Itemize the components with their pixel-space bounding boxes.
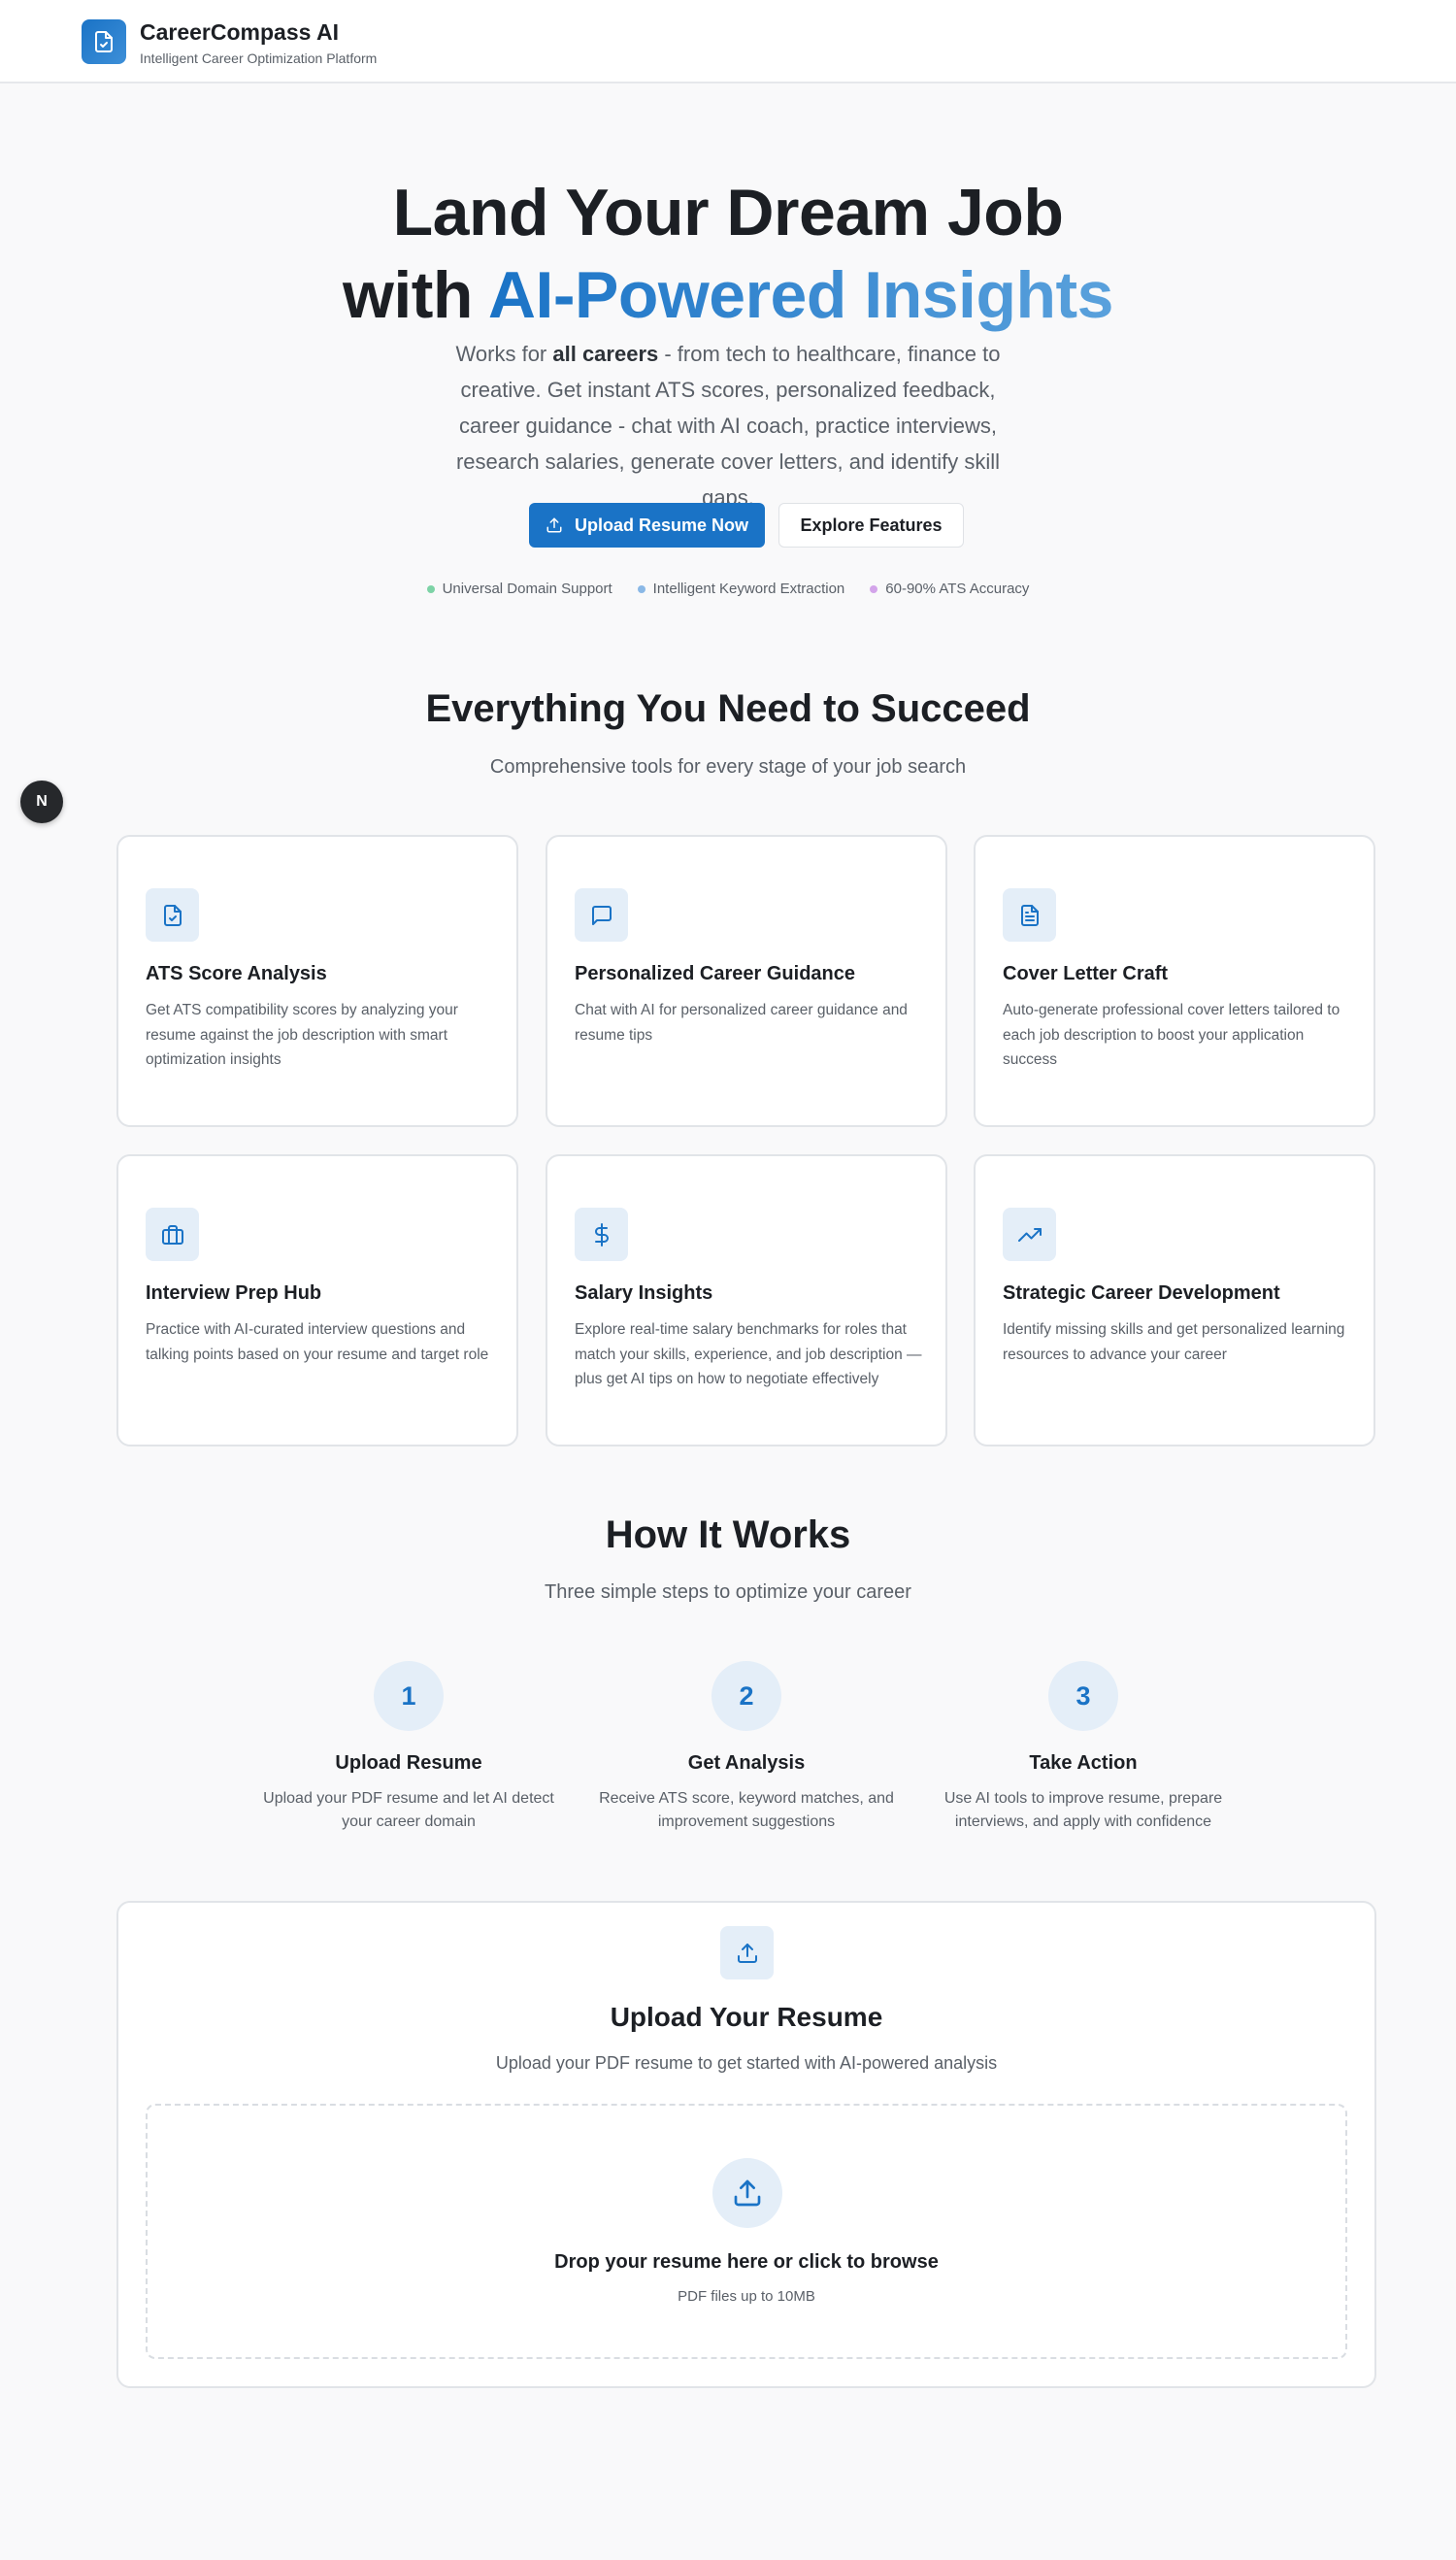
upload-resume-button[interactable]: Upload Resume Now	[529, 503, 765, 548]
upload-icon	[720, 1926, 774, 1979]
step-number-3: 3	[1048, 1661, 1118, 1731]
badge-label: 60-90% ATS Accuracy	[885, 581, 1030, 597]
badge-label: Intelligent Keyword Extraction	[652, 581, 845, 597]
file-text-icon	[1003, 888, 1056, 942]
card-title: Cover Letter Craft	[1003, 963, 1169, 984]
badge-label: Universal Domain Support	[442, 581, 612, 597]
resume-dropzone[interactable]: Drop your resume here or click to browse…	[146, 2104, 1347, 2359]
card-title: Personalized Career Guidance	[575, 963, 856, 984]
how-it-works-subtitle: Three simple steps to optimize your care…	[545, 1581, 911, 1603]
card-title: Salary Insights	[575, 1282, 713, 1304]
card-description: Practice with AI-curated interview quest…	[146, 1321, 489, 1363]
features-subtitle: Comprehensive tools for every stage of y…	[489, 756, 967, 778]
feature-card-career-development[interactable]: Strategic Career Development Identify mi…	[974, 1154, 1375, 1446]
card-title: Interview Prep Hub	[146, 1282, 322, 1304]
card-description: Identify missing skills and get personal…	[1003, 1321, 1345, 1363]
trending-up-icon	[1003, 1208, 1056, 1261]
hero-title-line1: Land Your Dream Job	[392, 176, 1064, 249]
hero-title-line2: with AI-Powered Insights	[0, 257, 1456, 333]
upload-icon	[712, 2158, 782, 2228]
hero-desc-bold: all careers	[552, 342, 659, 366]
file-check-icon	[146, 888, 199, 942]
how-it-works-title: How It Works	[605, 1513, 851, 1556]
step-description: Receive ATS score, keyword matches, and …	[599, 1790, 894, 1830]
hero-badges: Universal Domain Support Intelligent Key…	[0, 581, 1456, 597]
hero-title-highlight: AI-Powered Insights	[487, 258, 1114, 332]
floating-avatar-button[interactable]: N	[20, 781, 63, 823]
badge-ats-accuracy: 60-90% ATS Accuracy	[870, 581, 1029, 597]
card-description: Auto-generate professional cover letters…	[1003, 1002, 1340, 1068]
step-description: Use AI tools to improve resume, prepare …	[943, 1790, 1223, 1830]
brand-title[interactable]: CareerCompass AI	[140, 19, 339, 46]
message-square-icon	[575, 888, 628, 942]
card-description: Get ATS compatibility scores by analyzin…	[146, 1002, 458, 1068]
top-header: CareerCompass AI Intelligent Career Opti…	[0, 0, 1456, 83]
badge-domain-support: Universal Domain Support	[426, 581, 612, 597]
card-title: ATS Score Analysis	[146, 963, 327, 984]
dollar-sign-icon	[575, 1208, 628, 1261]
brand-subtitle: Intelligent Career Optimization Platform	[140, 50, 378, 66]
step-title: Upload Resume	[335, 1752, 482, 1774]
step-number-2: 2	[711, 1661, 781, 1731]
green-dot-icon	[426, 584, 435, 593]
card-description: Chat with AI for personalized career gui…	[575, 1002, 908, 1044]
hero-desc-rest: - from tech to healthcare, finance to cr…	[455, 342, 1001, 510]
card-title: Strategic Career Development	[1003, 1282, 1280, 1304]
card-description: Explore real-time salary benchmarks for …	[575, 1321, 922, 1387]
dropzone-title: Drop your resume here or click to browse	[554, 2251, 939, 2273]
step-number-1: 1	[374, 1661, 444, 1731]
hero-desc-prefix: Works for	[455, 342, 553, 366]
purple-dot-icon	[870, 584, 878, 593]
explore-features-button[interactable]: Explore Features	[778, 503, 964, 548]
feature-card-career-guidance[interactable]: Personalized Career Guidance Chat with A…	[546, 835, 947, 1127]
features-title: Everything You Need to Succeed	[425, 687, 1031, 730]
step-title: Take Action	[1029, 1752, 1138, 1774]
briefcase-icon	[146, 1208, 199, 1261]
step-title: Get Analysis	[687, 1752, 806, 1774]
upload-title: Upload Your Resume	[610, 2002, 883, 2032]
upload-subtitle: Upload your PDF resume to get started wi…	[495, 2053, 998, 2073]
feature-card-ats[interactable]: ATS Score Analysis Get ATS compatibility…	[116, 835, 518, 1127]
dropzone-subtitle: PDF files up to 10MB	[678, 2288, 815, 2305]
upload-resume-label: Upload Resume Now	[574, 515, 749, 535]
step-description: Upload your PDF resume and let AI detect…	[263, 1790, 554, 1830]
badge-keyword-extraction: Intelligent Keyword Extraction	[637, 581, 845, 597]
hero-description: Works for all careers - from tech to hea…	[437, 336, 1019, 515]
hero-title-prefix: with	[343, 258, 488, 332]
upload-section-card: Upload Your Resume Upload your PDF resum…	[116, 1901, 1376, 2388]
feature-card-salary-insights[interactable]: Salary Insights Explore real-time salary…	[546, 1154, 947, 1446]
feature-card-interview-prep[interactable]: Interview Prep Hub Practice with AI-cura…	[116, 1154, 518, 1446]
upload-icon	[546, 516, 563, 534]
logo-file-check-icon[interactable]	[82, 19, 126, 64]
blue-dot-icon	[637, 584, 645, 593]
feature-card-cover-letter[interactable]: Cover Letter Craft Auto-generate profess…	[974, 835, 1375, 1127]
